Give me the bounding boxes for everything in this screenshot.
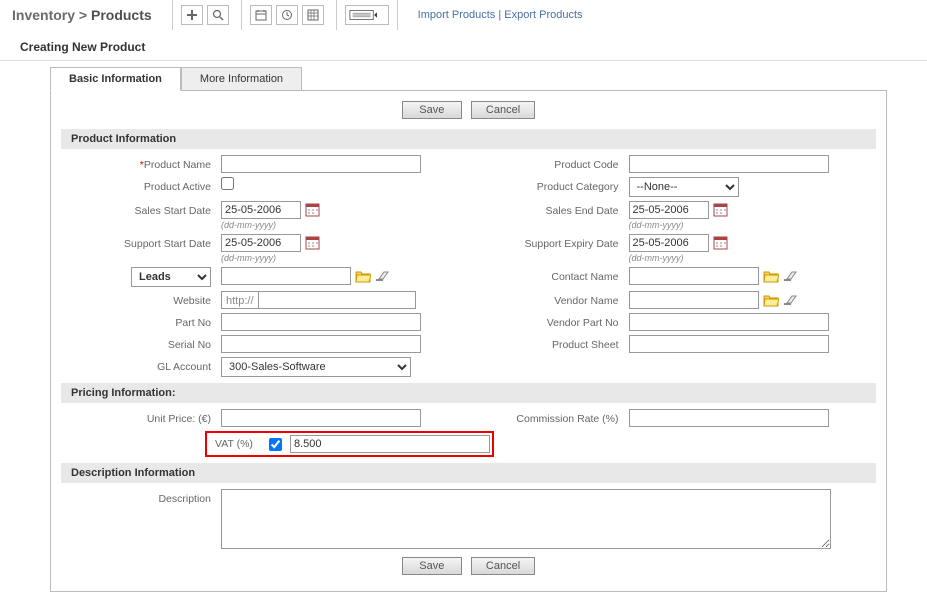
- save-button-top[interactable]: Save: [402, 101, 462, 119]
- label-description: Description: [61, 489, 221, 505]
- gl-account-select[interactable]: 300-Sales-Software: [221, 357, 411, 377]
- toolbar-apps: [250, 5, 328, 25]
- section-description: Description Information: [61, 463, 876, 483]
- save-button-bottom[interactable]: Save: [402, 557, 462, 575]
- commission-input[interactable]: [629, 409, 829, 427]
- tab-basic[interactable]: Basic Information: [50, 67, 181, 91]
- section-pricing: Pricing Information:: [61, 383, 876, 403]
- label-sales-end: Sales End Date: [469, 201, 629, 217]
- serial-no-input[interactable]: [221, 335, 421, 353]
- section-product: Product Information: [61, 129, 876, 149]
- cancel-button-bottom[interactable]: Cancel: [471, 557, 535, 575]
- vendor-name-input[interactable]: [629, 291, 759, 309]
- label-unit-price: Unit Price: (€): [61, 409, 221, 425]
- label-vendor-part: Vendor Part No: [469, 313, 629, 329]
- label-product-sheet: Product Sheet: [469, 335, 629, 351]
- label-website: Website: [61, 291, 221, 307]
- label-product-code: Product Code: [469, 155, 629, 171]
- eraser-icon[interactable]: [375, 270, 389, 282]
- page-title: Creating New Product: [0, 30, 927, 61]
- date-hint: (dd-mm-yyyy): [221, 220, 321, 230]
- breadcrumb-sep: >: [79, 7, 87, 23]
- view-switch-icon[interactable]: [345, 5, 389, 25]
- label-sales-start: Sales Start Date: [61, 201, 221, 217]
- label-vat: VAT (%): [209, 438, 269, 450]
- eraser-icon[interactable]: [783, 294, 797, 306]
- label-serial-no: Serial No: [61, 335, 221, 351]
- date-hint: (dd-mm-yyyy): [629, 253, 729, 263]
- calendar-picker-icon[interactable]: [713, 235, 729, 251]
- vat-highlight: VAT (%): [205, 431, 494, 457]
- toolbar-nav: [181, 5, 233, 25]
- grid-icon[interactable]: [302, 5, 324, 25]
- date-hint: (dd-mm-yyyy): [221, 253, 321, 263]
- cancel-button-top[interactable]: Cancel: [471, 101, 535, 119]
- part-no-input[interactable]: [221, 313, 421, 331]
- folder-open-icon[interactable]: [763, 270, 779, 283]
- sales-start-input[interactable]: [221, 201, 301, 219]
- label-product-name: Product Name: [144, 159, 211, 171]
- eraser-icon[interactable]: [783, 270, 797, 282]
- label-vendor-name: Vendor Name: [469, 291, 629, 307]
- plus-icon[interactable]: [181, 5, 203, 25]
- label-product-active: Product Active: [61, 177, 221, 193]
- product-code-input[interactable]: [629, 155, 829, 173]
- label-support-start: Support Start Date: [61, 234, 221, 250]
- label-contact-name: Contact Name: [469, 267, 629, 283]
- support-start-input[interactable]: [221, 234, 301, 252]
- label-gl-account: GL Account: [61, 357, 221, 373]
- calendar-picker-icon[interactable]: [305, 202, 321, 218]
- folder-open-icon[interactable]: [763, 294, 779, 307]
- http-prefix: http://: [221, 291, 258, 309]
- label-product-category: Product Category: [469, 177, 629, 193]
- date-hint: (dd-mm-yyyy): [629, 220, 729, 230]
- unit-price-input[interactable]: [221, 409, 421, 427]
- leads-select[interactable]: Leads: [131, 267, 211, 287]
- contact-name-input[interactable]: [629, 267, 759, 285]
- import-export-links: Import Products | Export Products: [406, 9, 583, 21]
- product-active-checkbox[interactable]: [221, 177, 234, 190]
- product-category-select[interactable]: --None--: [629, 177, 739, 197]
- tabs: Basic Information More Information: [50, 67, 887, 91]
- tab-more[interactable]: More Information: [181, 67, 302, 91]
- label-commission: Commission Rate (%): [469, 409, 629, 425]
- vat-input[interactable]: [290, 435, 490, 453]
- breadcrumb-parent[interactable]: Inventory: [12, 7, 75, 23]
- support-expiry-input[interactable]: [629, 234, 709, 252]
- label-support-expiry: Support Expiry Date: [469, 234, 629, 250]
- breadcrumb-current: Products: [91, 7, 152, 23]
- calendar-icon[interactable]: [250, 5, 272, 25]
- clock-icon[interactable]: [276, 5, 298, 25]
- import-link[interactable]: Import Products: [418, 9, 496, 21]
- website-input[interactable]: [258, 291, 416, 309]
- description-textarea[interactable]: [221, 489, 831, 549]
- product-name-input[interactable]: [221, 155, 421, 173]
- sales-end-input[interactable]: [629, 201, 709, 219]
- breadcrumb: Inventory > Products: [0, 1, 164, 29]
- vendor-part-input[interactable]: [629, 313, 829, 331]
- folder-open-icon[interactable]: [355, 270, 371, 283]
- vat-checkbox[interactable]: [269, 438, 282, 451]
- export-link[interactable]: Export Products: [504, 9, 582, 21]
- label-part-no: Part No: [61, 313, 221, 329]
- product-sheet-input[interactable]: [629, 335, 829, 353]
- calendar-picker-icon[interactable]: [305, 235, 321, 251]
- calendar-picker-icon[interactable]: [713, 202, 729, 218]
- search-icon[interactable]: [207, 5, 229, 25]
- leads-input[interactable]: [221, 267, 351, 285]
